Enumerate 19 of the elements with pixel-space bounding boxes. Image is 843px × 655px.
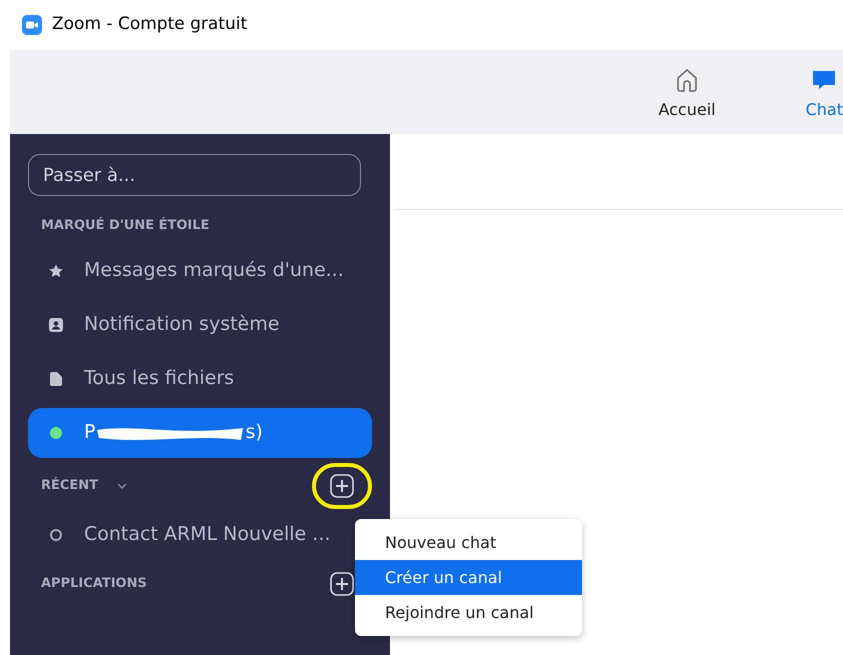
sidebar-item[interactable]: Messages marqués d'une... bbox=[28, 246, 372, 296]
window-title: Zoom - Compte gratuit bbox=[52, 13, 248, 36]
menu-item[interactable]: Rejoindre un canal bbox=[355, 595, 582, 630]
add-button[interactable] bbox=[330, 572, 354, 596]
search-field[interactable]: Passer à... bbox=[28, 154, 361, 196]
sidebar-item[interactable]: P s) bbox=[28, 408, 372, 458]
menu-item[interactable]: Créer un canal bbox=[355, 560, 582, 595]
section-heading: MARQUÉ D'UNE ÉTOILE bbox=[40, 216, 210, 235]
star-icon bbox=[48, 262, 64, 278]
nav-tab[interactable]: Chat bbox=[806, 66, 843, 122]
section-heading: APPLICATIONS bbox=[41, 574, 147, 593]
file-icon bbox=[49, 370, 63, 386]
camera-app-icon bbox=[22, 15, 42, 35]
add-button[interactable] bbox=[330, 474, 354, 498]
section-heading: RÉCENT bbox=[41, 476, 98, 495]
contact-card-icon bbox=[48, 316, 64, 332]
nav-tab[interactable]: Accueil bbox=[658, 66, 716, 122]
sidebar-item[interactable]: Tous les fichiers bbox=[28, 354, 372, 404]
sidebar-item[interactable]: Notification système bbox=[28, 300, 372, 350]
